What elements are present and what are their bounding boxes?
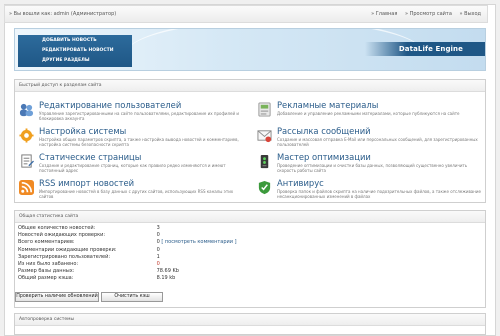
stat-label: Всего комментариев: xyxy=(18,239,75,246)
view-comments-link[interactable]: [ посмотреть комментарии ] xyxy=(161,239,236,245)
quick-access-panel: Быстрый доступ к разделам сайта Редактир… xyxy=(14,79,486,203)
table-row: Общий размер кэша: 8.19 kb xyxy=(17,275,237,282)
stat-value: 0 xyxy=(156,232,160,239)
stat-label: Из них было забанено: xyxy=(18,261,79,268)
table-row: Комментарии ожидающие проверки: 0 xyxy=(17,247,237,254)
nav-home-link[interactable]: » Главная xyxy=(371,11,397,17)
optimize-icon xyxy=(260,154,269,169)
header-banner: ДОБАВИТЬ НОВОСТЬ РЕДАКТИРОВАТЬ НОВОСТИ Д… xyxy=(14,28,486,71)
users-icon xyxy=(19,103,34,117)
banner-menu: ДОБАВИТЬ НОВОСТЬ РЕДАКТИРОВАТЬ НОВОСТИ Д… xyxy=(18,35,132,67)
tile-title: Статические страницы xyxy=(39,152,142,162)
login-status: » Вы вошли как: admin (Администратор) xyxy=(9,11,117,17)
tile-antivirus[interactable]: Антивирус Проверка папок и файлов скрипт… xyxy=(257,178,482,202)
nav-view-site-link[interactable]: » Просмотр сайта xyxy=(405,11,452,17)
stat-value: 3 xyxy=(156,225,160,231)
stat-value: 0 xyxy=(156,246,160,253)
auto-check-heading: Автопроверка системы xyxy=(15,314,485,326)
table-row: Всего комментариев: 0 [ посмотреть коммен… xyxy=(17,239,237,246)
menu-add-news[interactable]: ДОБАВИТЬ НОВОСТЬ xyxy=(18,37,132,45)
tile-title: Настройка системы xyxy=(39,126,127,136)
top-bar: » Вы вошли как: admin (Администратор) » … xyxy=(4,5,488,23)
tile-description: Создание и редактирование страниц, котор… xyxy=(39,163,226,173)
stat-label: Общий размер кэша: xyxy=(18,275,74,282)
tile-description: Создание и массовая отправка E-Mail или … xyxy=(277,137,478,147)
tile-description: Проверка папок и файлов скрипта на налич… xyxy=(277,189,481,199)
tile-title: Рекламные материалы xyxy=(277,100,379,110)
ads-icon xyxy=(258,102,271,117)
tile-description: Импортирование новостей в базу данных с … xyxy=(39,189,234,199)
stats-panel: Общая статистика сайта Общее количество … xyxy=(14,210,486,308)
stat-label: Зарегистрировано пользователей: xyxy=(18,253,111,260)
tile-title: Редактирование пользователей xyxy=(39,100,182,110)
tile-title: Антивирус xyxy=(277,178,324,188)
tile-description: Настройка общих параметров скрипта, а та… xyxy=(39,137,239,147)
stat-value: 78.69 Kb xyxy=(156,268,179,275)
stat-value: 1 xyxy=(156,253,160,260)
tile-static-pages[interactable]: Статические страницы Создание и редактир… xyxy=(19,152,244,176)
settings-icon xyxy=(19,128,34,143)
menu-other-sections[interactable]: ДРУГИЕ РАЗДЕЛЫ xyxy=(18,57,132,65)
stat-value: 8.19 kb xyxy=(156,275,176,282)
tile-ads[interactable]: Рекламные материалы Добавление и управле… xyxy=(257,100,482,124)
tile-description: Проведение оптимизации и очистки базы да… xyxy=(277,163,468,173)
tile-title: Рассылка сообщений xyxy=(277,126,371,136)
table-row: Новостей ожидающих проверки: 0 xyxy=(17,232,237,239)
tile-description: Управление зарегистрированными на сайте … xyxy=(39,111,239,121)
stat-value: 0 xyxy=(156,261,160,268)
brand-logo: DataLife Engine xyxy=(398,45,463,53)
auto-check-panel: Автопроверка системы xyxy=(14,313,486,335)
mail-icon xyxy=(257,130,272,143)
tile-description: Добавление и управление рекламными матер… xyxy=(277,111,460,116)
tile-optimization[interactable]: Мастер оптимизации Проведение оптимизаци… xyxy=(257,152,482,176)
nav-logout-link[interactable]: » Выход xyxy=(459,11,481,17)
tile-rss-import[interactable]: RSS импорт новостей Импортирование новос… xyxy=(19,178,244,202)
table-row: Зарегистрировано пользователей: 1 xyxy=(17,254,237,261)
tile-title: RSS импорт новостей xyxy=(39,178,135,188)
stats-heading: Общая статистика сайта xyxy=(15,211,485,223)
rss-icon xyxy=(19,180,34,195)
stat-value: 0 xyxy=(156,239,160,246)
quick-access-heading: Быстрый доступ к разделам сайта xyxy=(15,80,485,92)
pages-icon xyxy=(21,154,34,168)
top-nav: » Главная » Просмотр сайта » Выход xyxy=(365,11,481,17)
tile-title: Мастер оптимизации xyxy=(277,152,371,162)
check-updates-button[interactable]: Проверить наличие обновлений xyxy=(15,292,99,302)
table-row: Из них было забанено: 0 xyxy=(17,261,237,268)
tile-mailing[interactable]: Рассылка сообщений Создание и массовая о… xyxy=(257,126,482,150)
stat-label: Новостей ожидающих проверки: xyxy=(18,232,106,239)
tile-system-settings[interactable]: Настройка системы Настройка общих параме… xyxy=(19,126,244,150)
antivirus-icon xyxy=(258,180,271,195)
tile-edit-users[interactable]: Редактирование пользователей Управление … xyxy=(19,100,244,124)
stat-label: Комментарии ожидающие проверки: xyxy=(18,246,117,253)
stats-table: Общее количество новостей: 3 Новостей ожи… xyxy=(17,225,237,283)
menu-edit-news[interactable]: РЕДАКТИРОВАТЬ НОВОСТИ xyxy=(18,47,132,55)
clear-cache-button[interactable]: Очистить кэш xyxy=(101,292,163,302)
